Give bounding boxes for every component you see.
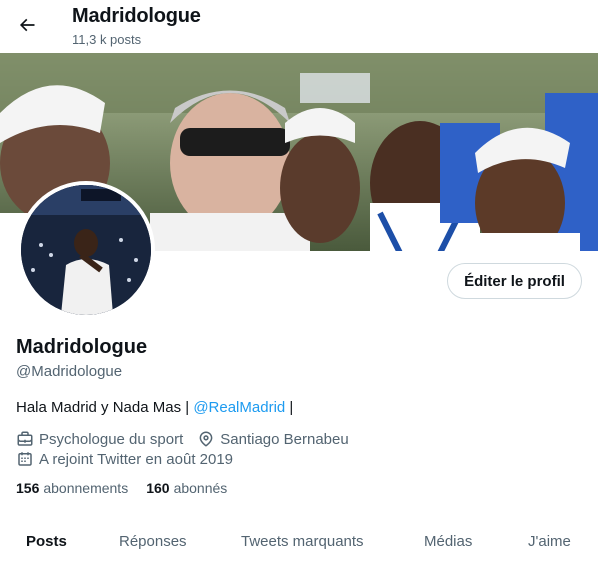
location-pin-icon (199, 431, 213, 447)
tab-replies[interactable]: Réponses (119, 533, 187, 550)
following-link[interactable]: 156 abonnements (16, 480, 128, 496)
profile-avatar[interactable] (17, 181, 155, 319)
profile-job: Psychologue du sport (16, 430, 183, 448)
bio-suffix: | (285, 399, 294, 416)
tab-media[interactable]: Médias (424, 533, 472, 550)
profile-job-text: Psychologue du sport (39, 430, 184, 448)
tab-highlights[interactable]: Tweets marquants (241, 533, 364, 550)
profile-joined-text: A rejoint Twitter en août 2019 (39, 450, 234, 468)
profile-location-text: Santiago Bernabeu (220, 430, 349, 448)
followers-link[interactable]: 160 abonnés (146, 480, 227, 496)
calendar-icon (18, 452, 32, 466)
follow-stats: 156 abonnements 160 abonnés (16, 480, 245, 496)
briefcase-icon (17, 431, 33, 446)
profile-joined: A rejoint Twitter en août 2019 (16, 450, 233, 468)
tab-likes[interactable]: J'aime (528, 533, 571, 550)
profile-header: Madridologue 11,3 k posts (0, 0, 598, 53)
profile-joined-row: A rejoint Twitter en août 2019 (16, 450, 247, 468)
followers-label: abonnés (173, 480, 228, 496)
tab-posts[interactable]: Posts (26, 533, 67, 550)
bio-text: Hala Madrid y Nada Mas | (16, 399, 194, 416)
bio-mention-link[interactable]: @RealMadrid (193, 399, 285, 416)
profile-bio: Hala Madrid y Nada Mas | @RealMadrid | (16, 399, 293, 416)
edit-profile-button[interactable]: Éditer le profil (447, 263, 582, 299)
profile-location: Santiago Bernabeu (197, 430, 349, 448)
avatar-photo (21, 185, 151, 315)
back-arrow-icon (19, 18, 35, 32)
profile-tabs: Posts Réponses Tweets marquants Médias J… (0, 515, 598, 563)
back-button[interactable] (10, 8, 44, 42)
post-count: 11,3 k posts (72, 32, 142, 47)
profile-handle: @Madridologue (16, 363, 123, 380)
profile-meta-row: Psychologue du sport Santiago Bernabeu (16, 430, 363, 448)
header-title: Madridologue (72, 5, 201, 27)
following-count: 156 (16, 480, 40, 496)
profile-name: Madridologue (16, 336, 148, 358)
followers-count: 160 (146, 480, 170, 496)
following-label: abonnements (43, 480, 129, 496)
